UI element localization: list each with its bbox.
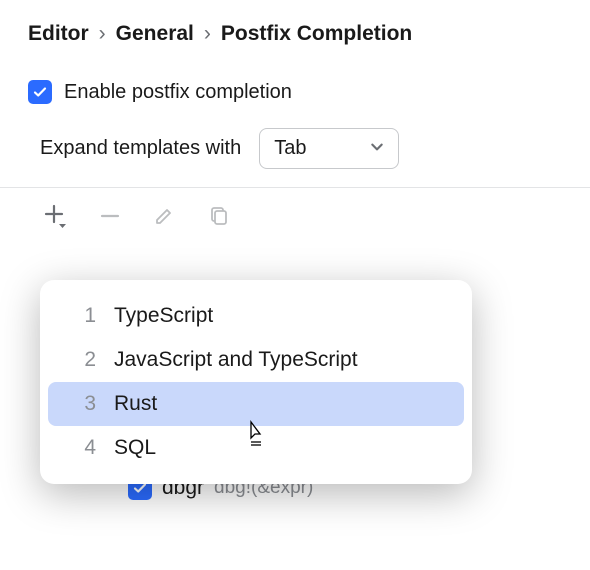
enable-postfix-checkbox[interactable] xyxy=(28,80,52,104)
breadcrumb: Editor › General › Postfix Completion xyxy=(0,0,590,56)
expand-key-select[interactable]: Tab xyxy=(259,128,399,169)
popup-option-typescript[interactable]: 1 TypeScript xyxy=(48,294,464,338)
templates-toolbar xyxy=(0,187,590,240)
chevron-right-icon: › xyxy=(99,22,106,46)
expand-templates-label: Expand templates with xyxy=(40,137,241,160)
breadcrumb-editor[interactable]: Editor xyxy=(28,22,89,46)
popup-option-rust[interactable]: 3 Rust xyxy=(48,382,464,426)
popup-option-label: SQL xyxy=(114,436,156,460)
popup-option-label: JavaScript and TypeScript xyxy=(114,348,358,372)
popup-option-number: 4 xyxy=(78,436,96,460)
breadcrumb-general[interactable]: General xyxy=(116,22,194,46)
chevron-right-icon: › xyxy=(204,22,211,46)
edit-template-button[interactable] xyxy=(150,202,178,230)
language-popup: 1 TypeScript 2 JavaScript and TypeScript… xyxy=(40,280,472,484)
popup-option-number: 1 xyxy=(78,304,96,328)
expand-key-value: Tab xyxy=(274,137,306,160)
remove-template-button[interactable] xyxy=(96,202,124,230)
chevron-down-icon xyxy=(370,137,384,160)
popup-option-label: Rust xyxy=(114,392,157,416)
cursor-icon xyxy=(245,420,267,446)
enable-postfix-label: Enable postfix completion xyxy=(64,81,292,104)
popup-option-number: 3 xyxy=(78,392,96,416)
popup-option-label: TypeScript xyxy=(114,304,213,328)
duplicate-template-button[interactable] xyxy=(204,202,232,230)
add-template-button[interactable] xyxy=(42,202,70,230)
popup-option-js-ts[interactable]: 2 JavaScript and TypeScript xyxy=(48,338,464,382)
breadcrumb-postfix-completion[interactable]: Postfix Completion xyxy=(221,22,412,46)
check-icon xyxy=(32,84,48,100)
popup-option-number: 2 xyxy=(78,348,96,372)
